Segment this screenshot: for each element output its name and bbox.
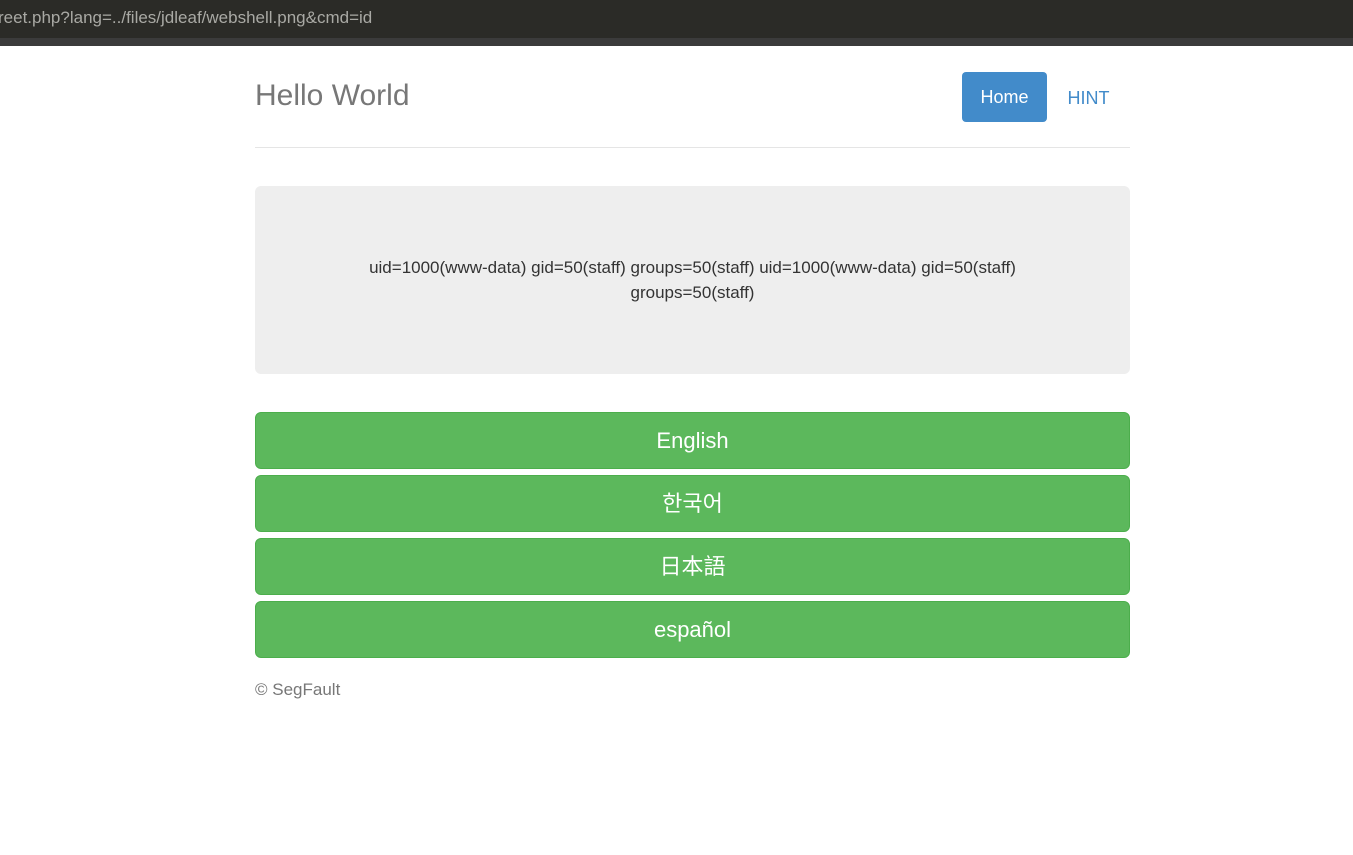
address-bar-url[interactable]: reet.php?lang=../files/jdleaf/webshell.p…: [0, 0, 372, 36]
nav-hint-link[interactable]: HINT: [1047, 72, 1130, 122]
output-panel: uid=1000(www-data) gid=50(staff) groups=…: [255, 186, 1130, 374]
address-bar[interactable]: reet.php?lang=../files/jdleaf/webshell.p…: [0, 0, 1353, 38]
browser-toolbar-divider: [0, 38, 1353, 46]
language-button-japanese[interactable]: 日本語: [255, 538, 1130, 595]
nav-home-button[interactable]: Home: [962, 72, 1047, 122]
site-title: Hello World: [255, 79, 410, 112]
language-button-korean[interactable]: 한국어: [255, 475, 1130, 532]
nav-bar: Home HINT: [962, 72, 1130, 122]
footer-copyright: © SegFault: [255, 680, 341, 699]
language-button-spanish[interactable]: español: [255, 601, 1130, 658]
site-header: Hello World Home HINT: [255, 46, 1130, 148]
command-output: uid=1000(www-data) gid=50(staff) groups=…: [369, 258, 1016, 302]
page-container: Hello World Home HINT uid=1000(www-data)…: [255, 46, 1130, 700]
language-list: English 한국어 日本語 español: [255, 412, 1130, 658]
language-button-english[interactable]: English: [255, 412, 1130, 469]
